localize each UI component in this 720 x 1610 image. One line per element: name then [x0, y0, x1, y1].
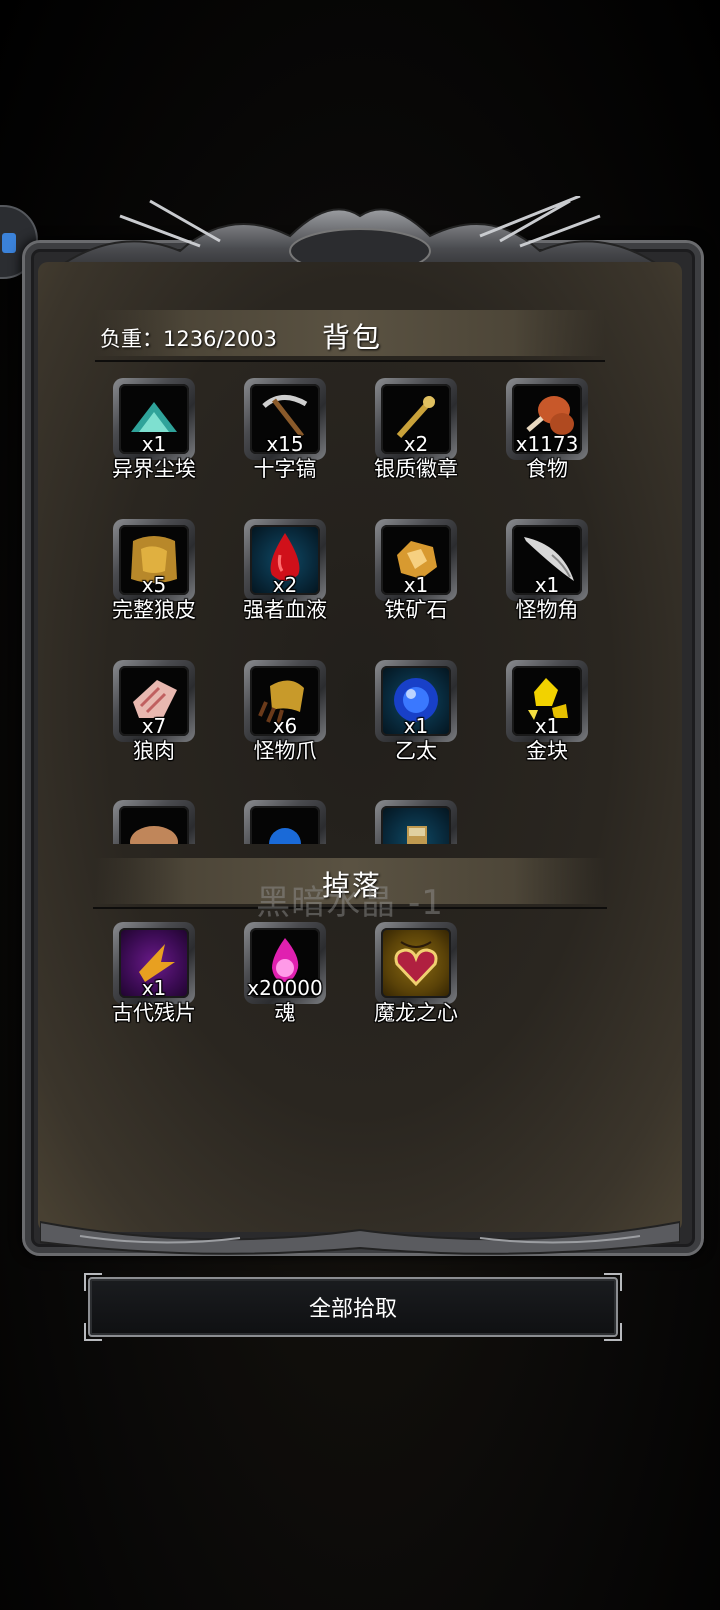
bag-item-slot[interactable]: x5 — [113, 519, 195, 601]
item-name: 完整狼皮 — [112, 598, 196, 622]
item-name: 怪物角 — [515, 598, 579, 622]
bag-item-slot[interactable]: x15 — [244, 378, 326, 460]
bag-item-slot[interactable]: x7 — [113, 660, 195, 742]
bag-item-slot[interactable]: x1 — [113, 378, 195, 460]
scroll-icon — [407, 826, 427, 844]
bag-title: 背包 — [322, 321, 383, 354]
pickup-all-button[interactable]: 全部拾取 — [84, 1273, 622, 1341]
item-name: 乙太 — [395, 739, 437, 763]
item-name: 魂 — [274, 1001, 296, 1025]
bag-item-slot[interactable] — [113, 800, 195, 844]
drop-item-slot[interactable]: x20000 — [244, 922, 326, 1004]
item-name: 铁矿石 — [384, 598, 448, 622]
item-name: 银质徽章 — [374, 457, 458, 481]
bag-item-slot[interactable]: x1 — [375, 660, 457, 742]
bag-item-slot[interactable] — [375, 800, 457, 844]
dragon-heart-icon — [394, 941, 438, 987]
side-tab-icon — [2, 233, 16, 253]
item-name: 金块 — [526, 739, 568, 763]
drop-item-slot[interactable]: x1 — [113, 922, 195, 1004]
consume-toast: 黑暗水晶 -1 — [256, 883, 444, 923]
pickup-all-label: 全部拾取 — [308, 1297, 397, 1322]
bag-item-slot[interactable]: x2 — [375, 378, 457, 460]
bag-item-slot[interactable]: x6 — [244, 660, 326, 742]
item-name: 强者血液 — [243, 598, 327, 622]
drop-item-slot[interactable] — [375, 922, 457, 1004]
bag-item-slot[interactable]: x1 — [506, 519, 588, 601]
bag-item-slot[interactable]: x1 — [506, 660, 588, 742]
bag-scroll-clipped-row — [100, 800, 620, 844]
frame-bottom-ornament — [40, 1220, 680, 1255]
bag-item-slot[interactable]: x2 — [244, 519, 326, 601]
item-name: 十字镐 — [253, 457, 317, 481]
bread-icon — [130, 826, 178, 844]
item-name: 古代残片 — [112, 1001, 196, 1025]
bag-header-line — [95, 360, 605, 362]
weight-label: 负重：1236/2003 — [100, 327, 277, 351]
bag-item-slot[interactable]: x1173 — [506, 378, 588, 460]
bag-item-slot[interactable] — [244, 800, 326, 844]
item-name: 怪物爪 — [253, 739, 317, 763]
item-name: 异界尘埃 — [112, 457, 196, 481]
blue-orb-icon — [269, 828, 301, 844]
item-name: 食物 — [526, 457, 568, 481]
game-screen: 负重：1236/2003 背包 x1 异界尘埃 x15 十字镐 x2 银质徽章 … — [0, 0, 720, 1610]
item-name: 狼肉 — [133, 739, 175, 763]
item-name: 魔龙之心 — [374, 1001, 458, 1025]
bag-item-slot[interactable]: x1 — [375, 519, 457, 601]
